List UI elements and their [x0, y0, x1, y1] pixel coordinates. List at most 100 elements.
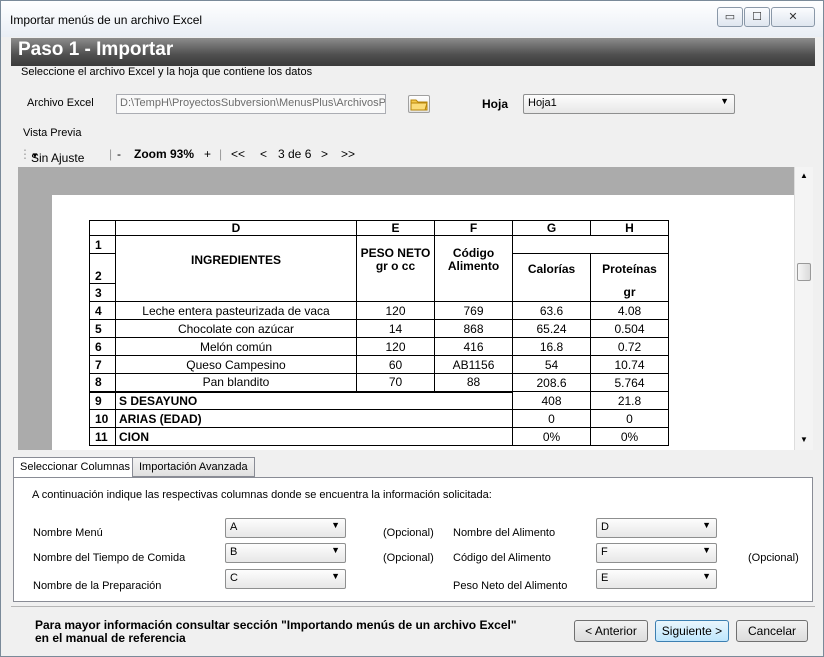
fit-dropdown-arrow-icon: ▼ — [31, 151, 39, 160]
table-row: 3 gr — [89, 283, 669, 302]
table-cell: 65.24 — [512, 319, 591, 338]
table-cell — [434, 409, 513, 428]
table-cell: 5.764 — [590, 373, 669, 392]
menu-name-column-select[interactable]: A ▼ — [225, 518, 346, 538]
chevron-down-icon: ▼ — [331, 571, 340, 581]
window-title: Importar menús de un archivo Excel — [10, 13, 203, 27]
tab-seleccionar-columnas[interactable]: Seleccionar Columnas — [13, 457, 138, 478]
column-selection-panel: A continuación indique las respectivas c… — [13, 477, 813, 602]
column-header: D — [115, 220, 357, 236]
food-code-column-select[interactable]: F ▼ — [596, 543, 717, 563]
table-cell — [356, 390, 435, 410]
close-button[interactable]: ✕ — [771, 7, 815, 27]
import-dialog: Importar menús de un archivo Excel ▭ ☐ ✕… — [0, 0, 824, 657]
preview-scrollbar[interactable]: ▲ ▼ — [794, 167, 813, 450]
table-cell: 60 — [356, 355, 435, 374]
last-page-button[interactable]: >> — [341, 147, 355, 161]
table-cell: CION — [115, 427, 357, 446]
table-cell: 120 — [356, 301, 435, 320]
table-cell: 0.504 — [590, 319, 669, 338]
zoom-out-button[interactable]: - — [117, 147, 121, 161]
food-name-column-select[interactable]: D ▼ — [596, 518, 717, 538]
minimize-icon: ▭ — [724, 11, 736, 23]
preparation-label: Nombre de la Preparación — [33, 580, 162, 592]
table-cell: 0 — [512, 409, 591, 428]
chevron-down-icon: ▼ — [331, 545, 340, 555]
row-number: 5 — [89, 319, 116, 338]
next-button[interactable]: Siguiente > — [655, 620, 729, 642]
table-cell: 868 — [434, 319, 513, 338]
ingredientes-header: INGREDIENTES — [115, 235, 357, 284]
net-weight-column-select[interactable]: E ▼ — [596, 569, 717, 589]
table-cell: 54 — [512, 355, 591, 374]
excel-file-path-input[interactable]: D:\TempH\ProyectosSubversion\MenusPlus\A… — [116, 94, 386, 114]
table-cell: 70 — [356, 373, 435, 392]
table-row: 8 Pan blandito 70 88 208.6 5.764 — [89, 373, 669, 392]
close-icon: ✕ — [788, 11, 798, 23]
table-cell: 63.6 — [512, 301, 591, 320]
chevron-down-icon: ▼ — [702, 545, 711, 555]
row-number: 4 — [89, 301, 116, 320]
chevron-down-icon: ▼ — [331, 520, 340, 530]
table-cell — [434, 390, 513, 410]
table-cell: 21.8 — [590, 391, 669, 410]
table-cell: 4.08 — [590, 301, 669, 320]
minimize-button[interactable]: ▭ — [717, 7, 743, 27]
food-code-column-value: F — [601, 546, 608, 558]
prev-page-button[interactable]: < — [260, 147, 267, 161]
table-cell: Melón común — [115, 337, 357, 356]
table-cell: 208.6 — [512, 373, 591, 392]
meal-time-label: Nombre del Tiempo de Comida — [33, 552, 186, 564]
corner-cell — [89, 220, 116, 236]
table-cell: 0% — [590, 427, 669, 446]
menu-name-column-value: A — [230, 521, 238, 533]
table-row: 7 Queso Campesino 60 AB1156 54 10.74 — [89, 355, 669, 374]
optional-label: (Opcional) — [383, 552, 434, 564]
scrollbar-thumb[interactable] — [797, 263, 811, 281]
step-subtitle: Seleccione el archivo Excel y la hoja qu… — [21, 66, 313, 78]
preview-page: D E F G H 1 INGREDIENTES PESO NETO gr o … — [52, 195, 794, 450]
menu-name-label: Nombre Menú — [33, 527, 103, 539]
maximize-button[interactable]: ☐ — [744, 7, 770, 27]
tab-importacion-avanzada[interactable]: Importación Avanzada — [132, 457, 255, 477]
print-preview-area: D E F G H 1 INGREDIENTES PESO NETO gr o … — [18, 167, 794, 450]
table-cell: 0 — [590, 409, 669, 428]
column-header: H — [590, 220, 669, 236]
preparation-column-select[interactable]: C ▼ — [225, 569, 346, 589]
cancel-button[interactable]: Cancelar — [736, 620, 808, 642]
help-note-line-2: en el manual de referencia — [35, 631, 186, 645]
first-page-button[interactable]: << — [231, 147, 245, 161]
table-row: 10 ARIAS (EDAD) 0 0 — [89, 409, 669, 428]
table-cell — [434, 427, 513, 446]
previous-button[interactable]: < Anterior — [574, 620, 648, 642]
table-cell — [356, 427, 435, 446]
column-header: E — [356, 220, 435, 236]
toolbar-grip: ⋮ — [19, 147, 31, 161]
table-cell: 408 — [512, 391, 591, 410]
browse-folder-button[interactable] — [408, 95, 430, 113]
footer-divider — [11, 606, 815, 607]
columns-intro: A continuación indique las respectivas c… — [32, 489, 492, 501]
preparation-column-value: C — [230, 572, 238, 584]
table-cell: 16.8 — [512, 337, 591, 356]
maximize-icon: ☐ — [752, 11, 762, 23]
table-cell: 416 — [434, 337, 513, 356]
table-cell — [512, 283, 591, 302]
table-cell: ARIAS (EDAD) — [115, 409, 357, 428]
sheet-select[interactable]: Hoja1 ▼ — [523, 94, 735, 114]
table-cell: 0.72 — [590, 337, 669, 356]
meal-time-column-select[interactable]: B ▼ — [225, 543, 346, 563]
toolbar-separator: | — [109, 147, 113, 161]
column-header: G — [512, 220, 591, 236]
chevron-down-icon: ▼ — [720, 96, 729, 106]
scroll-down-icon[interactable]: ▼ — [800, 435, 808, 444]
table-cell: Pan blandito — [115, 373, 357, 392]
zoom-in-button[interactable]: + — [204, 147, 211, 161]
scroll-up-icon[interactable]: ▲ — [800, 171, 808, 180]
next-page-button[interactable]: > — [321, 147, 328, 161]
food-name-column-value: D — [601, 521, 609, 533]
zoom-level: Zoom 93% — [134, 147, 195, 161]
net-weight-label: Peso Neto del Alimento — [453, 580, 568, 592]
preview-sheet-table: D E F G H 1 INGREDIENTES PESO NETO gr o … — [89, 220, 669, 446]
fit-dropdown-label: Sin Ajuste — [31, 151, 85, 165]
